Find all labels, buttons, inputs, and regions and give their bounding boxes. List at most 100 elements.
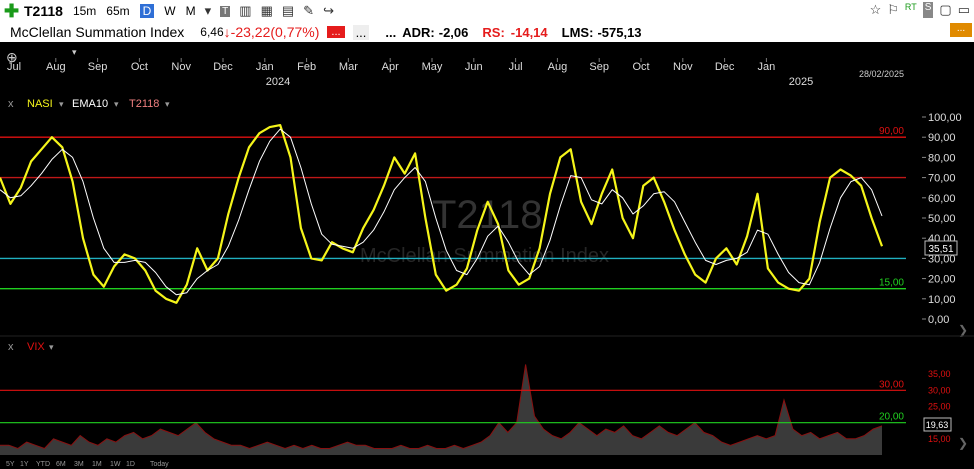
down-arrow-icon: ↓ [223,24,231,40]
y-tick-label: 50,00 [928,213,956,225]
text-icon[interactable]: T [220,5,231,17]
period-button[interactable]: YTD [36,461,50,468]
table-icon[interactable]: ▤ [282,3,294,19]
star-icon[interactable]: ☆ [870,2,882,18]
y-tick-label: 90,00 [928,132,956,144]
chart-type-icon[interactable]: ▥ [239,3,251,19]
month-label: Sep [589,61,609,73]
y-tick-label: 60,00 [928,193,956,205]
period-button[interactable]: Today [150,461,169,468]
month-label: Jun [465,61,483,73]
vix-reference-label: 30,00 [879,379,904,390]
adr-value: -2,06 [438,24,469,40]
month-label: Dec [213,61,233,73]
vix-y-tick-label: 35,00 [928,369,951,379]
window-icon[interactable]: ▢ [939,2,951,18]
watermark-name: McClellan Summation Index [360,245,609,267]
period-button[interactable]: 1D [126,461,135,468]
alert-dots[interactable]: ... [327,26,345,38]
period-button[interactable]: 1M [92,461,102,468]
flag-icon[interactable]: ⚐ [887,2,899,18]
vix-reference-label: 20,00 [879,412,904,423]
more-dots-2[interactable]: ... [385,25,396,40]
lms-label: LMS: [561,24,594,40]
axis-marker-icon: ▾ [72,47,77,57]
reference-label: 15,00 [879,278,904,289]
tf-w[interactable]: W [164,4,175,18]
legend-nasi[interactable]: NASI [27,98,53,110]
vix-y-tick-label: 15,00 [928,434,951,444]
nasi-close-icon[interactable]: x [8,98,14,110]
legend-t2118-chevron-icon[interactable]: ▾ [165,99,170,109]
info-bar: McClellan Summation Index 6,46 ↓ -23,22 … [0,22,974,42]
legend-ema-chevron-icon[interactable]: ▾ [114,99,119,109]
month-label: Apr [382,61,399,73]
month-label: Feb [297,61,316,73]
scroll-left-icon[interactable]: ⊕ [6,49,18,65]
y-tick-label: 100,00 [928,112,962,124]
legend-t2118[interactable]: T2118 [129,98,159,110]
sc-icon[interactable]: S [922,2,934,18]
month-label: Aug [548,61,568,73]
month-label: Mar [339,61,358,73]
year-label: 2024 [266,76,290,88]
toolbar: ✚ T2118 15m 65m D W M ▾ T ▥ ▦ ▤ ✎ ↪ ☆ ⚐ … [0,0,974,22]
month-label: May [422,61,443,73]
period-button[interactable]: 3M [74,461,84,468]
period-button[interactable]: 6M [56,461,66,468]
nasi-last-value: 35,51 [928,244,953,255]
month-label: Jan [758,61,776,73]
legend-nasi-chevron-icon[interactable]: ▾ [59,99,64,109]
share-icon[interactable]: ↪ [323,3,334,19]
nasi-panel: T2118 McClellan Summation Index 90,00 15,… [0,92,968,337]
last-value: 6,46 [200,25,224,39]
change-pct: (0,77%) [270,24,320,40]
more-dots[interactable]: ... [352,24,370,40]
tf-d[interactable]: D [139,4,155,18]
minimize-icon[interactable]: ▭ [958,2,970,18]
month-label: Sep [88,61,108,73]
menu-button[interactable]: ... [950,23,972,37]
legend-vix-chevron-icon[interactable]: ▾ [49,342,54,352]
vix-close-icon[interactable]: x [8,341,14,353]
vix-y-axis: 35,0030,0025,0020,0015,00 [928,369,951,444]
legend-ema[interactable]: EMA10 [72,98,108,110]
chart-area: Jul Aug Sep Oct Nov Dec Jan Feb Mar Apr May Jun Jul A… [0,47,974,468]
period-buttons: 5Y 1Y YTD 6M 3M 1M 1W 1D Today [6,461,169,468]
vix-reference-lines: 30,00 20,00 [0,379,906,424]
symbol-label[interactable]: T2118 [24,3,63,19]
legend-vix[interactable]: VIX [27,341,45,353]
y-tick-label: 20,00 [928,274,956,286]
period-button[interactable]: 1W [110,461,121,468]
calendar-icon[interactable]: ▦ [261,3,273,19]
brush-icon[interactable]: ✎ [303,3,314,19]
period-button[interactable]: 5Y [6,461,15,468]
tf-65m[interactable]: 65m [106,4,129,18]
vix-series [0,364,883,455]
last-date-label: 28/02/2025 [859,69,904,79]
vix-y-tick-label: 25,00 [928,402,951,412]
window-controls: ☆ ⚐ RT S ▢ ▭ [870,2,970,18]
plus-icon[interactable]: ✚ [4,1,20,22]
tf-15m[interactable]: 15m [73,4,96,18]
collapse-icon-2[interactable]: ❯ [958,436,968,450]
lms-value: -575,13 [597,24,642,40]
month-label: Jul [509,61,523,73]
period-button[interactable]: 1Y [20,461,29,468]
month-label: Oct [632,61,649,73]
tf-m[interactable]: M [186,4,196,18]
vix-panel: 30,00 20,00 35,00 30,00 25,00 20,00 15,00 x V… [0,335,974,455]
instrument-name: McClellan Summation Index [10,24,185,40]
y-tick-label: 0,00 [928,314,949,326]
chart-window: { "toolbar": { "add_icon": "plus-icon", … [0,0,974,469]
chevron-down-icon[interactable]: ▾ [205,3,212,19]
month-label: Aug [46,61,66,73]
rs-value: -14,14 [510,24,548,40]
time-axis: Jul Aug Sep Oct Nov Dec Jan Feb Mar Apr May Jun Jul A… [7,58,813,88]
vix-y-tick-label: 30,00 [928,385,951,395]
vix-area [0,364,882,455]
collapse-icon[interactable]: ❯ [958,323,968,337]
rt-icon[interactable]: RT [905,2,917,18]
change-value: -23,22 [230,24,271,40]
reference-label: 90,00 [879,126,904,137]
